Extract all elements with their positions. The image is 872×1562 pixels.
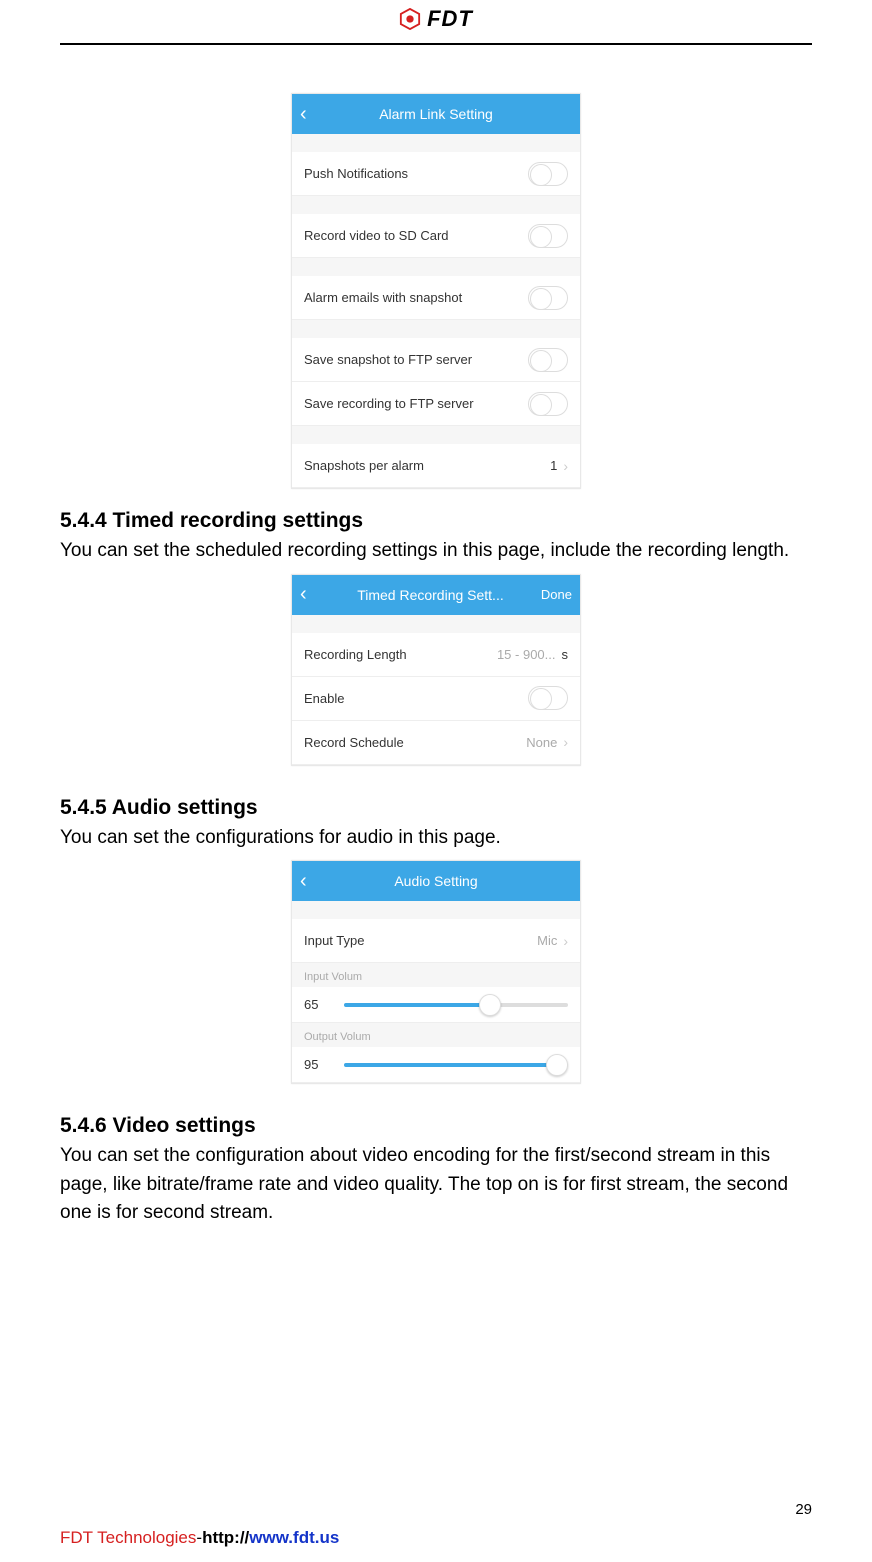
section-audio: 5.4.5 Audio settings You can set the con… <box>60 796 812 1085</box>
chevron-right-icon: › <box>563 933 568 949</box>
row-input-type[interactable]: Input Type Mic › <box>292 919 580 963</box>
chevron-right-icon: › <box>563 734 568 750</box>
spacer <box>292 426 580 444</box>
value: 1 › <box>550 458 568 474</box>
row-push-notifications[interactable]: Push Notifications <box>292 152 580 196</box>
page-content: ‹ Alarm Link Setting Push Notifications … <box>60 45 812 1228</box>
value: None › <box>526 734 568 750</box>
placeholder: 15 - 900... <box>497 647 556 662</box>
app-title: Audio Setting <box>320 873 552 889</box>
row-record-sd[interactable]: Record video to SD Card <box>292 214 580 258</box>
slider-track[interactable] <box>344 1063 568 1067</box>
spacer <box>292 320 580 338</box>
toggle-icon[interactable] <box>528 392 568 416</box>
slider-value: 95 <box>304 1057 332 1072</box>
value-text: Mic <box>537 933 557 948</box>
value: 15 - 900... s <box>497 647 568 662</box>
heading: 5.4.6 Video settings <box>60 1114 812 1138</box>
value-text: None <box>526 735 557 750</box>
text: You can set the configuration about vide… <box>60 1142 812 1228</box>
section-timed-recording: 5.4.4 Timed recording settings You can s… <box>60 509 812 766</box>
footer-company: FDT Technologies <box>60 1528 196 1547</box>
back-icon[interactable]: ‹ <box>300 583 320 606</box>
alarm-link-screenshot: ‹ Alarm Link Setting Push Notifications … <box>291 93 581 489</box>
text: You can set the configurations for audio… <box>60 824 812 853</box>
slider-input-volume[interactable]: 65 <box>292 987 580 1023</box>
toggle-icon[interactable] <box>528 286 568 310</box>
slider-knob-icon[interactable] <box>546 1054 568 1076</box>
row-record-schedule[interactable]: Record Schedule None › <box>292 721 580 765</box>
brand-text: FDT <box>427 6 473 32</box>
label: Push Notifications <box>304 166 408 181</box>
text: You can set the scheduled recording sett… <box>60 537 812 566</box>
toggle-icon[interactable] <box>528 348 568 372</box>
page-number: 29 <box>60 1501 812 1518</box>
label: Alarm emails with snapshot <box>304 290 462 305</box>
row-save-ftp-snapshot[interactable]: Save snapshot to FTP server <box>292 338 580 382</box>
back-icon[interactable]: ‹ <box>300 870 320 893</box>
spacer <box>292 901 580 919</box>
row-snapshots-per-alarm[interactable]: Snapshots per alarm 1 › <box>292 444 580 488</box>
brand: FDT <box>399 6 473 32</box>
label: Record Schedule <box>304 735 404 750</box>
label: Snapshots per alarm <box>304 458 424 473</box>
footer-url-domain[interactable]: www.fdt.us <box>249 1528 339 1547</box>
slider-value: 65 <box>304 997 332 1012</box>
slider-output-volume[interactable]: 95 <box>292 1047 580 1083</box>
heading: 5.4.4 Timed recording settings <box>60 509 812 533</box>
done-button[interactable]: Done <box>541 587 572 602</box>
app-header-audio: ‹ Audio Setting <box>292 861 580 901</box>
section-video: 5.4.6 Video settings You can set the con… <box>60 1114 812 1228</box>
row-enable[interactable]: Enable <box>292 677 580 721</box>
value-text: 1 <box>550 458 557 473</box>
row-recording-length[interactable]: Recording Length 15 - 900... s <box>292 633 580 677</box>
slider-knob-icon[interactable] <box>479 994 501 1016</box>
toggle-icon[interactable] <box>528 686 568 710</box>
audio-setting-screenshot: ‹ Audio Setting Input Type Mic › Input V… <box>291 860 581 1084</box>
back-icon[interactable]: ‹ <box>300 103 320 126</box>
spacer <box>292 615 580 633</box>
label: Save snapshot to FTP server <box>304 352 472 367</box>
app-title: Timed Recording Sett... <box>320 587 541 603</box>
row-alarm-emails[interactable]: Alarm emails with snapshot <box>292 276 580 320</box>
timed-recording-screenshot: ‹ Timed Recording Sett... Done Recording… <box>291 574 581 766</box>
toggle-icon[interactable] <box>528 224 568 248</box>
brand-hex-icon <box>399 8 421 30</box>
label: Save recording to FTP server <box>304 396 474 411</box>
footer-url-proto: http:// <box>202 1528 249 1547</box>
spacer <box>292 258 580 276</box>
app-header-alarm: ‹ Alarm Link Setting <box>292 94 580 134</box>
spacer <box>292 134 580 152</box>
group-output-volume: Output Volum <box>292 1023 580 1047</box>
slider-fill <box>344 1063 557 1067</box>
label: Record video to SD Card <box>304 228 449 243</box>
label: Recording Length <box>304 647 407 662</box>
app-title: Alarm Link Setting <box>320 106 552 122</box>
heading: 5.4.5 Audio settings <box>60 796 812 820</box>
doc-footer: 29 FDT Technologies-http://www.fdt.us <box>60 1501 812 1548</box>
doc-header: FDT <box>60 0 812 45</box>
label: Enable <box>304 691 344 706</box>
row-save-ftp-recording[interactable]: Save recording to FTP server <box>292 382 580 426</box>
slider-track[interactable] <box>344 1003 568 1007</box>
label: Input Type <box>304 933 364 948</box>
chevron-right-icon: › <box>563 458 568 474</box>
slider-fill <box>344 1003 490 1007</box>
spacer <box>292 196 580 214</box>
unit: s <box>562 647 569 662</box>
slider-remaining <box>490 1003 568 1007</box>
footer-line: FDT Technologies-http://www.fdt.us <box>60 1528 812 1548</box>
toggle-icon[interactable] <box>528 162 568 186</box>
value: Mic › <box>537 933 568 949</box>
app-header-timed: ‹ Timed Recording Sett... Done <box>292 575 580 615</box>
group-input-volume: Input Volum <box>292 963 580 987</box>
